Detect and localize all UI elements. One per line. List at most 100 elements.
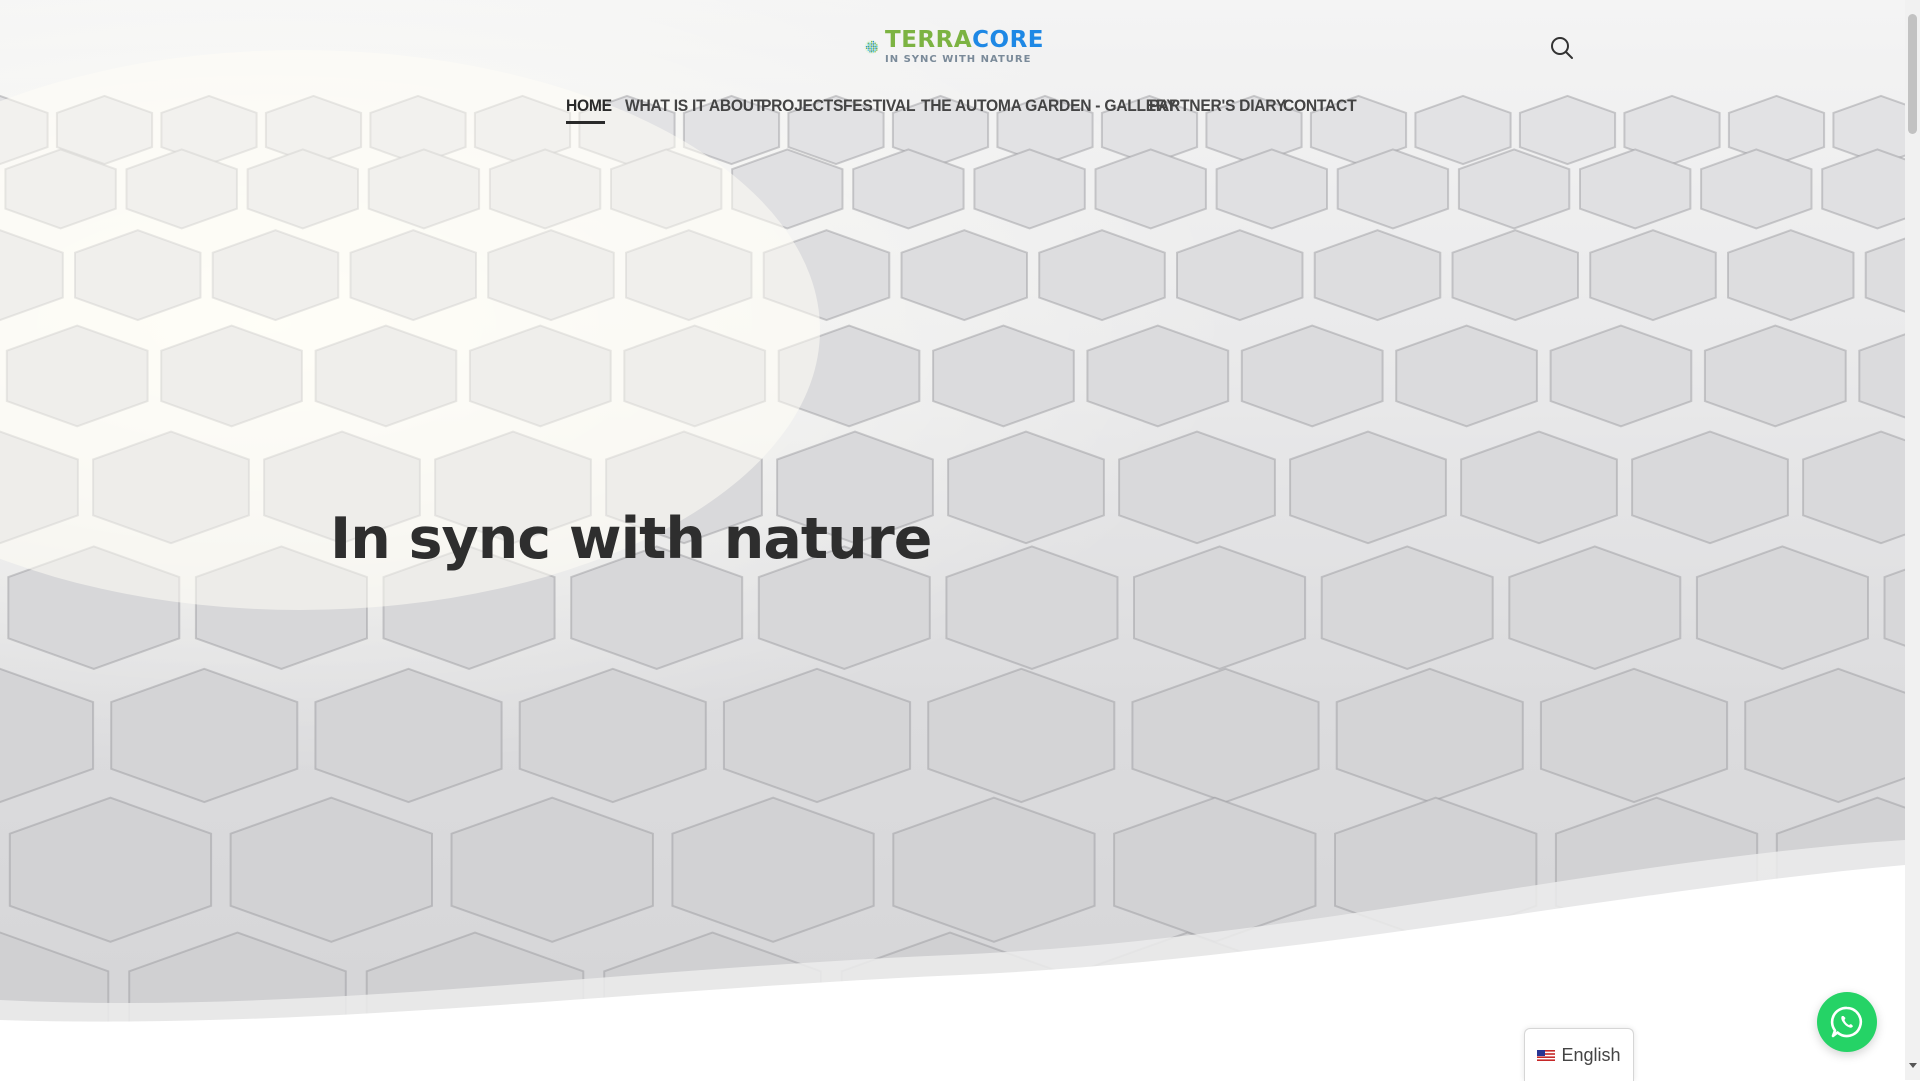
logo-dot	[867, 44, 869, 46]
hexagon-tile	[1320, 545, 1494, 670]
logo-dot	[870, 44, 873, 46]
logo-mark-icon	[864, 40, 879, 54]
scroll-down-arrow-icon[interactable]	[1909, 1063, 1917, 1068]
logo-dot	[869, 44, 871, 46]
hexagon-tile	[1094, 148, 1207, 230]
logo-name-core: CORE	[972, 27, 1044, 53]
us-flag-icon	[1537, 1049, 1556, 1061]
logo-name-terra: TERRA	[885, 27, 973, 53]
hexagon-tile	[1744, 667, 1905, 804]
whatsapp-chat-button[interactable]	[1817, 992, 1877, 1052]
hexagon-tile	[722, 667, 912, 804]
hexagon-tile	[0, 667, 95, 804]
logo-dot	[874, 42, 876, 44]
search-button[interactable]	[1548, 34, 1576, 62]
site-header: TERRACORE IN SYNC WITH NATURE HOME WHAT …	[0, 0, 1905, 130]
logo-dot	[867, 42, 869, 44]
hexagon-tile	[1631, 430, 1789, 545]
logo-dot	[872, 45, 875, 48]
scrollbar-thumb[interactable]	[1908, 14, 1917, 134]
nav-item-contact[interactable]: CONTACT	[1283, 96, 1357, 116]
hexagon-tile	[1883, 568, 1905, 647]
hexagon-tile	[927, 667, 1116, 804]
logo-dot	[876, 47, 878, 50]
logo-dot	[870, 42, 873, 44]
logo-dot	[876, 45, 878, 48]
logo-dot	[876, 44, 878, 46]
logo-dot	[872, 44, 875, 46]
logo-dot	[872, 49, 875, 51]
language-label: English	[1561, 1044, 1621, 1065]
hexagon-tile	[1589, 229, 1717, 322]
hexagon-tile	[1133, 545, 1307, 670]
hexagon-tile	[1313, 229, 1442, 322]
hexagon-tile	[314, 667, 503, 804]
hero-title: In sync with nature	[330, 506, 932, 573]
logo-text: TERRACORE IN SYNC WITH NATURE	[885, 29, 1044, 65]
logo-name: TERRACORE	[885, 29, 1044, 52]
nav-item-automa-garden-gallery[interactable]: THE AUTOMA GARDEN - GALLERY	[921, 96, 1177, 116]
hexagon-tile	[1451, 229, 1579, 322]
site-logo[interactable]: TERRACORE IN SYNC WITH NATURE	[864, 25, 1044, 69]
hexagon-tile	[1802, 430, 1905, 545]
logo-dot	[869, 45, 871, 48]
hexagon-tile	[1700, 148, 1813, 230]
hexagon-tile	[1549, 324, 1693, 428]
hexagon-tile	[1864, 237, 1905, 313]
language-switcher[interactable]: English	[1524, 1028, 1634, 1081]
logo-dot	[872, 42, 875, 44]
logo-dot	[869, 42, 871, 44]
logo-tagline: IN SYNC WITH NATURE	[885, 54, 1032, 65]
logo-dot	[870, 49, 873, 51]
hexagon-tile	[1118, 430, 1276, 545]
logo-dot	[867, 47, 869, 50]
nav-item-projects[interactable]: PROJECTS	[761, 96, 843, 116]
hexagon-tile	[1289, 430, 1447, 545]
logo-dot	[874, 49, 876, 51]
hexagon-tile	[1086, 324, 1230, 428]
logo-dot	[872, 51, 875, 53]
nav-item-festival[interactable]: FESTIVAL	[843, 96, 916, 116]
hexagon-tile	[1460, 430, 1618, 545]
hexagon-tile	[1395, 324, 1538, 428]
hexagon-tile	[1821, 148, 1905, 230]
logo-dot	[869, 51, 871, 53]
logo-dot	[876, 49, 878, 51]
hexagon-tile	[932, 324, 1075, 428]
hexagon-tile	[1457, 148, 1571, 230]
logo-dot	[867, 49, 869, 51]
logo-dot	[874, 45, 876, 48]
hexagon-tile	[1038, 229, 1166, 322]
hexagon-tile	[973, 148, 1086, 230]
hexagon-tile	[1335, 667, 1524, 804]
hexagon-tile	[1727, 229, 1855, 322]
logo-dot	[874, 44, 876, 46]
logo-dot	[870, 51, 873, 53]
logo-dot	[869, 47, 871, 50]
logo-dot	[870, 47, 873, 50]
nav-item-home[interactable]: HOME	[566, 96, 612, 116]
hexagon-tile	[947, 430, 1105, 545]
logo-dot	[872, 40, 875, 43]
search-icon	[1551, 37, 1573, 59]
logo-dot	[874, 47, 876, 50]
hexagon-tile	[1215, 148, 1328, 230]
hexagon-tile	[1131, 667, 1320, 804]
hexagon-tile	[1695, 545, 1869, 670]
hero-section	[0, 0, 1905, 1080]
nav-active-underline	[566, 121, 605, 124]
page-scrollbar[interactable]	[1905, 0, 1920, 1080]
hexagon-tile	[518, 667, 707, 804]
logo-dot	[874, 51, 876, 53]
whatsapp-icon	[1830, 1006, 1863, 1038]
nav-item-what-is-it-about[interactable]: WHAT IS IT ABOUT	[625, 96, 763, 116]
logo-dot	[865, 45, 868, 48]
hexagon-tile	[1176, 229, 1304, 322]
nav-item-partners-diary[interactable]: PARTNER'S DIARY	[1149, 96, 1286, 116]
logo-dot	[869, 49, 871, 51]
hexagon-tile	[900, 229, 1028, 322]
logo-dot	[870, 40, 873, 43]
hexagon-tile	[1858, 333, 1905, 419]
logo-dot	[872, 47, 875, 50]
hexagon-tile	[945, 545, 1119, 670]
